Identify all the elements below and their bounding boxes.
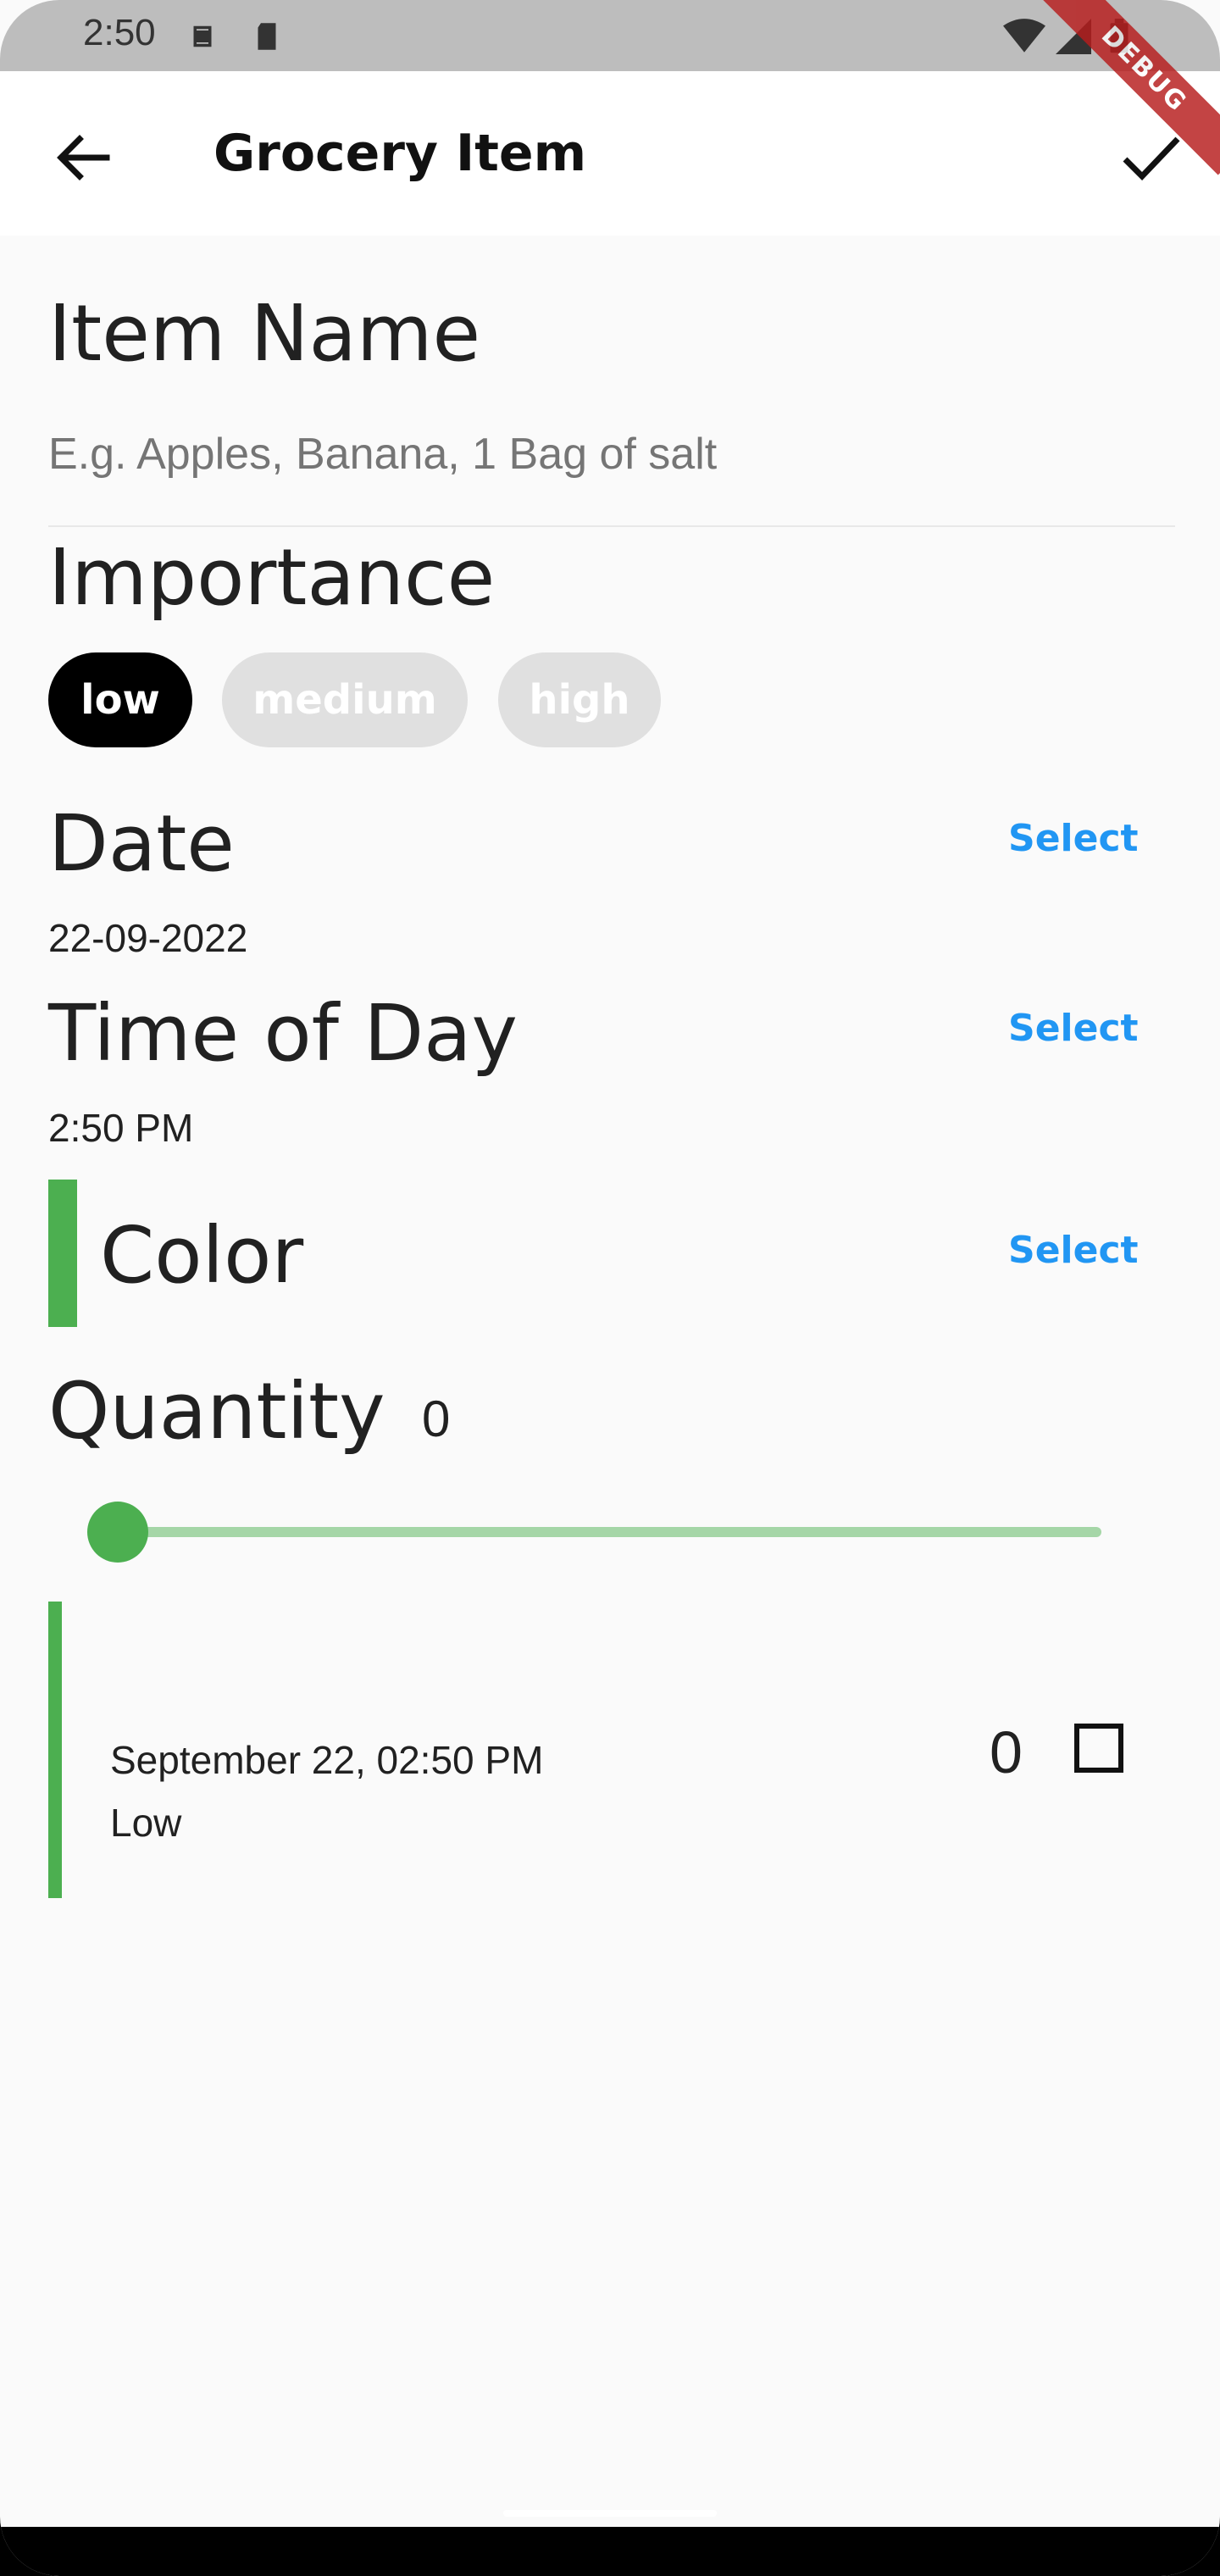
time-value: 2:50 PM bbox=[48, 1106, 194, 1150]
color-swatch bbox=[48, 1180, 77, 1327]
time-select-button[interactable]: Select bbox=[1008, 1007, 1139, 1050]
quantity-slider[interactable] bbox=[119, 1527, 1101, 1537]
date-heading: Date bbox=[48, 798, 235, 889]
time-of-day-heading: Time of Day bbox=[48, 988, 518, 1079]
quantity-value: 0 bbox=[422, 1391, 451, 1447]
preview-color-bar bbox=[48, 1602, 62, 1898]
input-underline bbox=[48, 525, 1175, 527]
app-bar: Grocery Item bbox=[0, 71, 1220, 236]
date-select-button[interactable]: Select bbox=[1008, 817, 1139, 860]
importance-heading: Importance bbox=[48, 532, 496, 623]
status-bar: 2:50 bbox=[0, 0, 1220, 71]
date-value: 22-09-2022 bbox=[48, 916, 248, 960]
color-heading: Color bbox=[100, 1210, 304, 1301]
color-select-button[interactable]: Select bbox=[1008, 1229, 1139, 1272]
item-name-input[interactable]: E.g. Apples, Banana, 1 Bag of salt bbox=[48, 429, 717, 480]
phone-screen: 2:50 Grocery Item DEBUG Item Name E.g. A… bbox=[0, 0, 1220, 2576]
quantity-slider-thumb[interactable] bbox=[87, 1502, 148, 1563]
navigation-bar bbox=[0, 2527, 1220, 2576]
quantity-heading: Quantity bbox=[48, 1366, 385, 1457]
preview-date-time: September 22, 02:50 PM bbox=[110, 1738, 544, 1782]
back-button[interactable] bbox=[42, 117, 124, 198]
wifi-icon bbox=[1003, 19, 1045, 54]
s-notification-icon bbox=[185, 19, 220, 54]
sd-card-icon bbox=[249, 19, 285, 54]
home-indicator[interactable] bbox=[503, 2510, 717, 2517]
importance-chip-high[interactable]: high bbox=[498, 652, 661, 747]
arrow-back-icon bbox=[57, 135, 110, 180]
importance-chip-low[interactable]: low bbox=[48, 652, 192, 747]
status-time: 2:50 bbox=[83, 12, 156, 53]
item-name-heading: Item Name bbox=[48, 288, 481, 379]
page-title: Grocery Item bbox=[214, 124, 587, 183]
preview-quantity: 0 bbox=[990, 1719, 1023, 1785]
preview-checkbox[interactable] bbox=[1074, 1724, 1123, 1773]
importance-chip-medium[interactable]: medium bbox=[222, 652, 468, 747]
preview-importance: Low bbox=[110, 1801, 182, 1845]
